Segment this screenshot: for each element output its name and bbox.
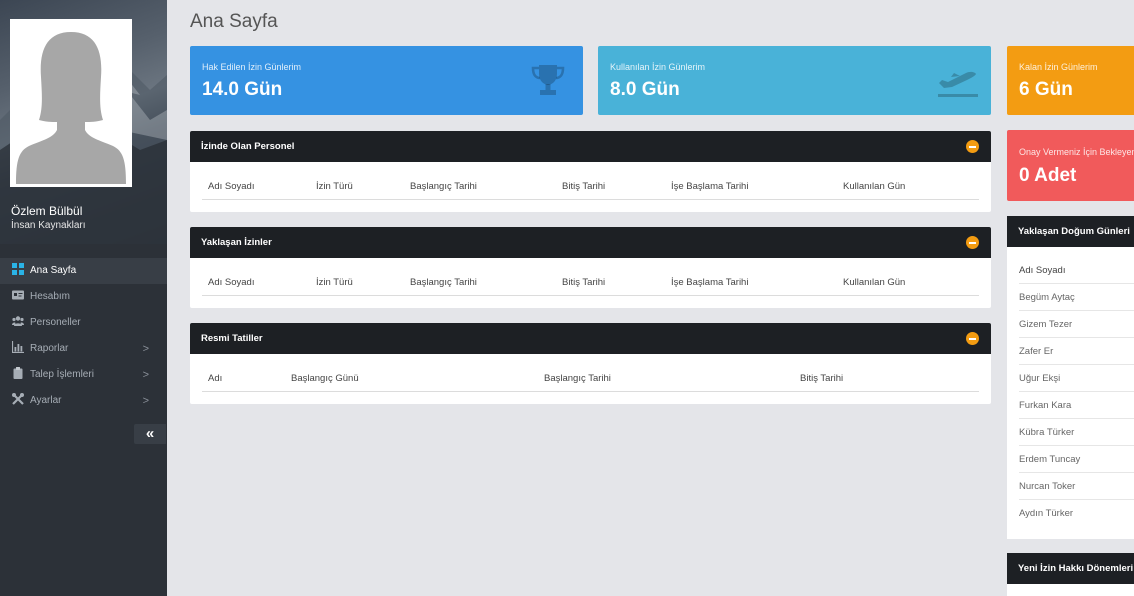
list-item: Gizem Tezer (1019, 311, 1134, 338)
sidebar-item-personeller[interactable]: Personeller (0, 310, 167, 336)
sidebar-item-label: Ayarlar (30, 395, 62, 406)
panel-title: Yeni İzin Hakkı Dönemleri (1018, 563, 1134, 574)
chart-icon (12, 341, 24, 353)
tile-label: Hak Edilen İzin Günlerim (202, 62, 302, 72)
tile-value: 0 Adet (1019, 165, 1077, 186)
panel-header: Yaklaşan Doğum Günleri (1007, 216, 1134, 247)
column-header: Adı (208, 373, 223, 384)
panel-title: Resmi Tatiller (201, 333, 263, 344)
clipboard-icon (13, 367, 23, 379)
profile-card: Özlem Bülbül İnsan Kaynakları (0, 0, 167, 244)
table-header: Adı Soyadı İzin Türü Başlangıç Tarihi Bi… (202, 268, 979, 296)
panel-header: İzinde Olan Personel (190, 131, 991, 162)
panel-upcoming-leaves: Yaklaşan İzinler Adı Soyadı İzin Türü Ba… (190, 227, 991, 308)
user-name: Özlem Bülbül (11, 204, 83, 218)
column-header: Başlangıç Tarihi (544, 373, 611, 384)
list-item: Kübra Türker (1019, 419, 1134, 446)
tile-value: 14.0 Gün (202, 79, 283, 100)
users-icon (12, 316, 24, 326)
tile-pending-approval: Onay Vermeniz İçin Bekleyen 0 Adet (1007, 130, 1134, 201)
sidebar-item-ayarlar[interactable]: Ayarlar > (0, 388, 167, 414)
panel-header: Resmi Tatiller (190, 323, 991, 354)
column-header: İşe Başlama Tarihi (671, 181, 749, 192)
list-item: Erdem Tuncay (1019, 446, 1134, 473)
panel-title: Yaklaşan İzinler (201, 237, 272, 248)
table-header: Adı Başlangıç Günü Başlangıç Tarihi Biti… (202, 364, 979, 392)
tile-remaining-days: Kalan İzin Günlerim 6 Gün (1007, 46, 1134, 115)
tile-used-days: Kullanılan İzin Günlerim 8.0 Gün (598, 46, 991, 115)
column-header: Bitiş Tarihi (562, 181, 606, 192)
tools-icon (12, 393, 24, 405)
column-header: Adı Soyadı (208, 277, 255, 288)
list-item: Zafer Er (1019, 338, 1134, 365)
collapse-toggle-icon[interactable] (966, 140, 979, 153)
table-header: Adı Soyadı İzin Türü Başlangıç Tarihi Bi… (202, 172, 979, 200)
tile-value: 8.0 Gün (610, 79, 680, 100)
sidebar-item-talep-islemleri[interactable]: Talep İşlemleri > (0, 362, 167, 388)
list-item: Begüm Aytaç (1019, 284, 1134, 311)
list-item: Furkan Kara (1019, 392, 1134, 419)
dashboard-icon (12, 263, 24, 275)
plane-icon (938, 71, 978, 97)
sidebar-menu: Ana Sayfa Hesabım Personeller Raporlar >… (0, 258, 167, 414)
column-header: Başlangıç Günü (291, 373, 359, 384)
user-silhouette-icon (16, 32, 126, 184)
sidebar-item-label: Talep İşlemleri (30, 369, 94, 380)
sidebar-collapse-button[interactable]: « (134, 424, 166, 444)
page-title: Ana Sayfa (190, 11, 278, 32)
chevron-right-icon: > (142, 395, 149, 407)
column-header: İzin Türü (316, 181, 353, 192)
sidebar-item-label: Personeller (30, 317, 81, 328)
panel-on-leave: İzinde Olan Personel Adı Soyadı İzin Tür… (190, 131, 991, 212)
tile-label: Kalan İzin Günlerim (1019, 62, 1098, 72)
panel-title: İzinde Olan Personel (201, 141, 295, 152)
collapse-toggle-icon[interactable] (966, 332, 979, 345)
id-card-icon (12, 290, 24, 300)
panel-upcoming-birthdays: Yaklaşan Doğum Günleri Adı Soyadı Begüm … (1007, 216, 1134, 539)
tile-label: Onay Vermeniz İçin Bekleyen (1019, 147, 1134, 157)
tile-label: Kullanılan İzin Günlerim (610, 62, 706, 72)
tile-earned-days: Hak Edilen İzin Günlerim 14.0 Gün (190, 46, 583, 115)
list-item: Aydın Türker (1019, 508, 1074, 519)
sidebar-item-ana-sayfa[interactable]: Ana Sayfa (0, 258, 167, 284)
column-header: Bitiş Tarihi (562, 277, 606, 288)
column-header: İşe Başlama Tarihi (671, 277, 749, 288)
column-header: Kullanılan Gün (843, 181, 906, 192)
panel-public-holidays: Resmi Tatiller Adı Başlangıç Günü Başlan… (190, 323, 991, 404)
column-header: Başlangıç Tarihi (410, 277, 477, 288)
sidebar-item-label: Hesabım (30, 291, 71, 302)
column-header: İzin Türü (316, 277, 353, 288)
sidebar: Özlem Bülbül İnsan Kaynakları Ana Sayfa … (0, 0, 167, 596)
collapse-toggle-icon[interactable] (966, 236, 979, 249)
panel-title: Yaklaşan Doğum Günleri (1018, 226, 1130, 237)
sidebar-item-label: Raporlar (30, 343, 69, 354)
user-role: İnsan Kaynakları (11, 220, 86, 231)
trophy-icon (531, 65, 565, 95)
list-item: Nurcan Toker (1019, 473, 1134, 500)
sidebar-item-raporlar[interactable]: Raporlar > (0, 336, 167, 362)
column-header: Kullanılan Gün (843, 277, 906, 288)
column-header: Adı Soyadı (1019, 257, 1134, 284)
column-header: Adı Soyadı (208, 181, 255, 192)
sidebar-item-label: Ana Sayfa (30, 265, 77, 276)
list-item: Uğur Ekşi (1019, 365, 1134, 392)
chevron-right-icon: > (142, 369, 149, 381)
tile-value: 6 Gün (1019, 79, 1073, 100)
panel-header: Yeni İzin Hakkı Dönemleri (1007, 553, 1134, 584)
chevron-right-icon: > (142, 343, 149, 355)
panel-new-leave-periods: Yeni İzin Hakkı Dönemleri (1007, 553, 1134, 596)
avatar[interactable] (10, 19, 132, 187)
panel-header: Yaklaşan İzinler (190, 227, 991, 258)
column-header: Bitiş Tarihi (800, 373, 844, 384)
sidebar-item-hesabim[interactable]: Hesabım (0, 284, 167, 310)
column-header: Başlangıç Tarihi (410, 181, 477, 192)
